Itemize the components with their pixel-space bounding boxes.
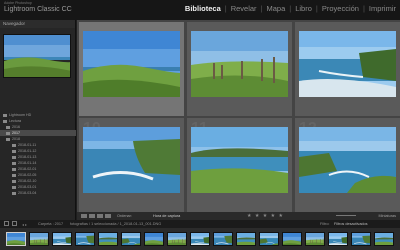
filmstrip-thumb[interactable] (236, 232, 256, 246)
filmstrip-thumb[interactable] (374, 232, 394, 246)
grid-cell[interactable]: 12 (295, 118, 400, 212)
filmstrip-thumb[interactable] (6, 232, 26, 246)
loupe-view-icon[interactable] (89, 214, 95, 218)
module-picker: Biblioteca | Revelar | Mapa | Libro | Pr… (185, 4, 396, 13)
filmstrip-thumb[interactable] (351, 232, 371, 246)
sort-label: Ordenar: (117, 214, 132, 218)
module-proyeccion[interactable]: Proyección (322, 4, 359, 13)
grid-cell[interactable] (187, 22, 292, 116)
thumbnail-size-slider[interactable] (336, 215, 356, 216)
photo-thumbnail[interactable] (299, 31, 396, 97)
folder-icon (6, 131, 10, 135)
folder-icon (12, 143, 16, 147)
folder-name: 2018-01-12 (18, 149, 37, 153)
photo-thumbnail[interactable] (83, 31, 180, 97)
folder-name: 2018-01-13 (18, 155, 37, 159)
survey-view-icon[interactable] (105, 214, 111, 218)
grid-toggle-icon[interactable] (12, 221, 17, 226)
module-mapa[interactable]: Mapa (267, 4, 286, 13)
grid-cell[interactable]: 10 (79, 118, 184, 212)
photo-thumbnail[interactable] (191, 127, 288, 193)
module-separator: | (260, 4, 263, 13)
folder-icon (6, 137, 10, 141)
left-panel: Navegador Lightroom HD Lectura 2016 2017 201… (0, 20, 76, 230)
folder-icon (12, 167, 16, 171)
filmstrip-bar: ◂ ▸ Carpeta : 2017 fotografías / 1 selec… (0, 220, 400, 228)
app-brand-sub: Adobe Photoshop (4, 1, 32, 5)
module-separator: | (289, 4, 292, 13)
folder-row[interactable]: 2018-03-04 (0, 190, 76, 196)
grid-view: 101112 (77, 20, 400, 212)
filmstrip-thumb[interactable] (144, 232, 164, 246)
filter-label: Filtro: (320, 222, 330, 226)
filmstrip-thumb[interactable] (167, 232, 187, 246)
module-revelar[interactable]: Revelar (231, 4, 257, 13)
folder-icon (12, 173, 16, 177)
folder-icon (3, 119, 7, 123)
folder-name: 2018-03-01 (18, 185, 37, 189)
folder-name: 2018-02-05 (18, 173, 37, 177)
filmstrip-thumb[interactable] (52, 232, 72, 246)
filmstrip-thumb[interactable] (213, 232, 233, 246)
filmstrip-source[interactable]: Carpeta : 2017 (38, 222, 63, 226)
folder-icon (12, 149, 16, 153)
folder-name: Lightroom HD (9, 113, 32, 117)
folder-name: 2016 (12, 125, 20, 129)
rating-stars[interactable]: ★ ★ ★ ★ ★ (247, 213, 284, 219)
grid-cell[interactable] (79, 22, 184, 116)
folder-icon (12, 179, 16, 183)
secondary-display-icon[interactable] (4, 221, 9, 226)
navigator-preview[interactable] (3, 34, 71, 78)
photo-thumbnail[interactable] (83, 127, 180, 193)
grid-view-icon[interactable] (81, 214, 87, 218)
filmstrip-thumb[interactable] (98, 232, 118, 246)
sort-select[interactable]: Hora de captura (153, 214, 180, 218)
grid-toolbar: Ordenar: Hora de captura ★ ★ ★ ★ ★ Minia… (77, 212, 400, 220)
filmstrip-path: fotografías / 1 seleccionada / 1_2018-01… (70, 222, 162, 226)
folder-icon (12, 185, 16, 189)
compare-view-icon[interactable] (97, 214, 103, 218)
folder-name: 2018-01-14 (18, 161, 37, 165)
identity-plate: Adobe Photoshop Lightroom Classic CC Bib… (0, 0, 400, 20)
folder-name: 2018 (12, 137, 20, 141)
filmstrip-thumb[interactable] (305, 232, 325, 246)
module-imprimir[interactable]: Imprimir (369, 4, 396, 13)
module-libro[interactable]: Libro (295, 4, 312, 13)
folder-tree: Lightroom HD Lectura 2016 2017 2018 2018-01-1… (0, 112, 76, 196)
folder-icon (12, 191, 16, 195)
grid-cell[interactable] (295, 22, 400, 116)
app-brand-name: Lightroom Classic CC (4, 6, 72, 13)
folder-name: 2018-02-10 (18, 179, 37, 183)
app-brand: Adobe Photoshop Lightroom Classic CC (4, 1, 94, 19)
folder-name: 2017 (12, 131, 20, 135)
module-separator: | (362, 4, 365, 13)
filter-select[interactable]: Filtros desactivados (334, 222, 368, 226)
navigator-header[interactable]: Navegador (0, 20, 75, 28)
folder-name: 2018-03-04 (18, 191, 37, 195)
module-biblioteca[interactable]: Biblioteca (185, 4, 221, 13)
filmstrip-thumb[interactable] (259, 232, 279, 246)
folder-name: 2018-02-01 (18, 167, 37, 171)
folder-icon (12, 155, 16, 159)
filmstrip-thumb[interactable] (121, 232, 141, 246)
filmstrip-thumb[interactable] (29, 232, 49, 246)
folder-icon (12, 161, 16, 165)
folder-name: Lectura (9, 119, 21, 123)
thumbnails-label: Miniaturas (378, 214, 396, 218)
grid-cell[interactable]: 11 (187, 118, 292, 212)
nav-arrows-icon[interactable]: ◂ ▸ (22, 222, 27, 227)
photo-thumbnail[interactable] (191, 31, 288, 97)
photo-thumbnail[interactable] (299, 127, 396, 193)
folder-name: 2018-01-11 (18, 143, 37, 147)
folder-icon (3, 113, 7, 117)
filmstrip-thumb[interactable] (282, 232, 302, 246)
folder-icon (6, 125, 10, 129)
filmstrip-thumb[interactable] (328, 232, 348, 246)
module-separator: | (315, 4, 318, 13)
filmstrip (0, 228, 400, 250)
module-separator: | (224, 4, 227, 13)
filmstrip-thumb[interactable] (75, 232, 95, 246)
filmstrip-thumb[interactable] (190, 232, 210, 246)
